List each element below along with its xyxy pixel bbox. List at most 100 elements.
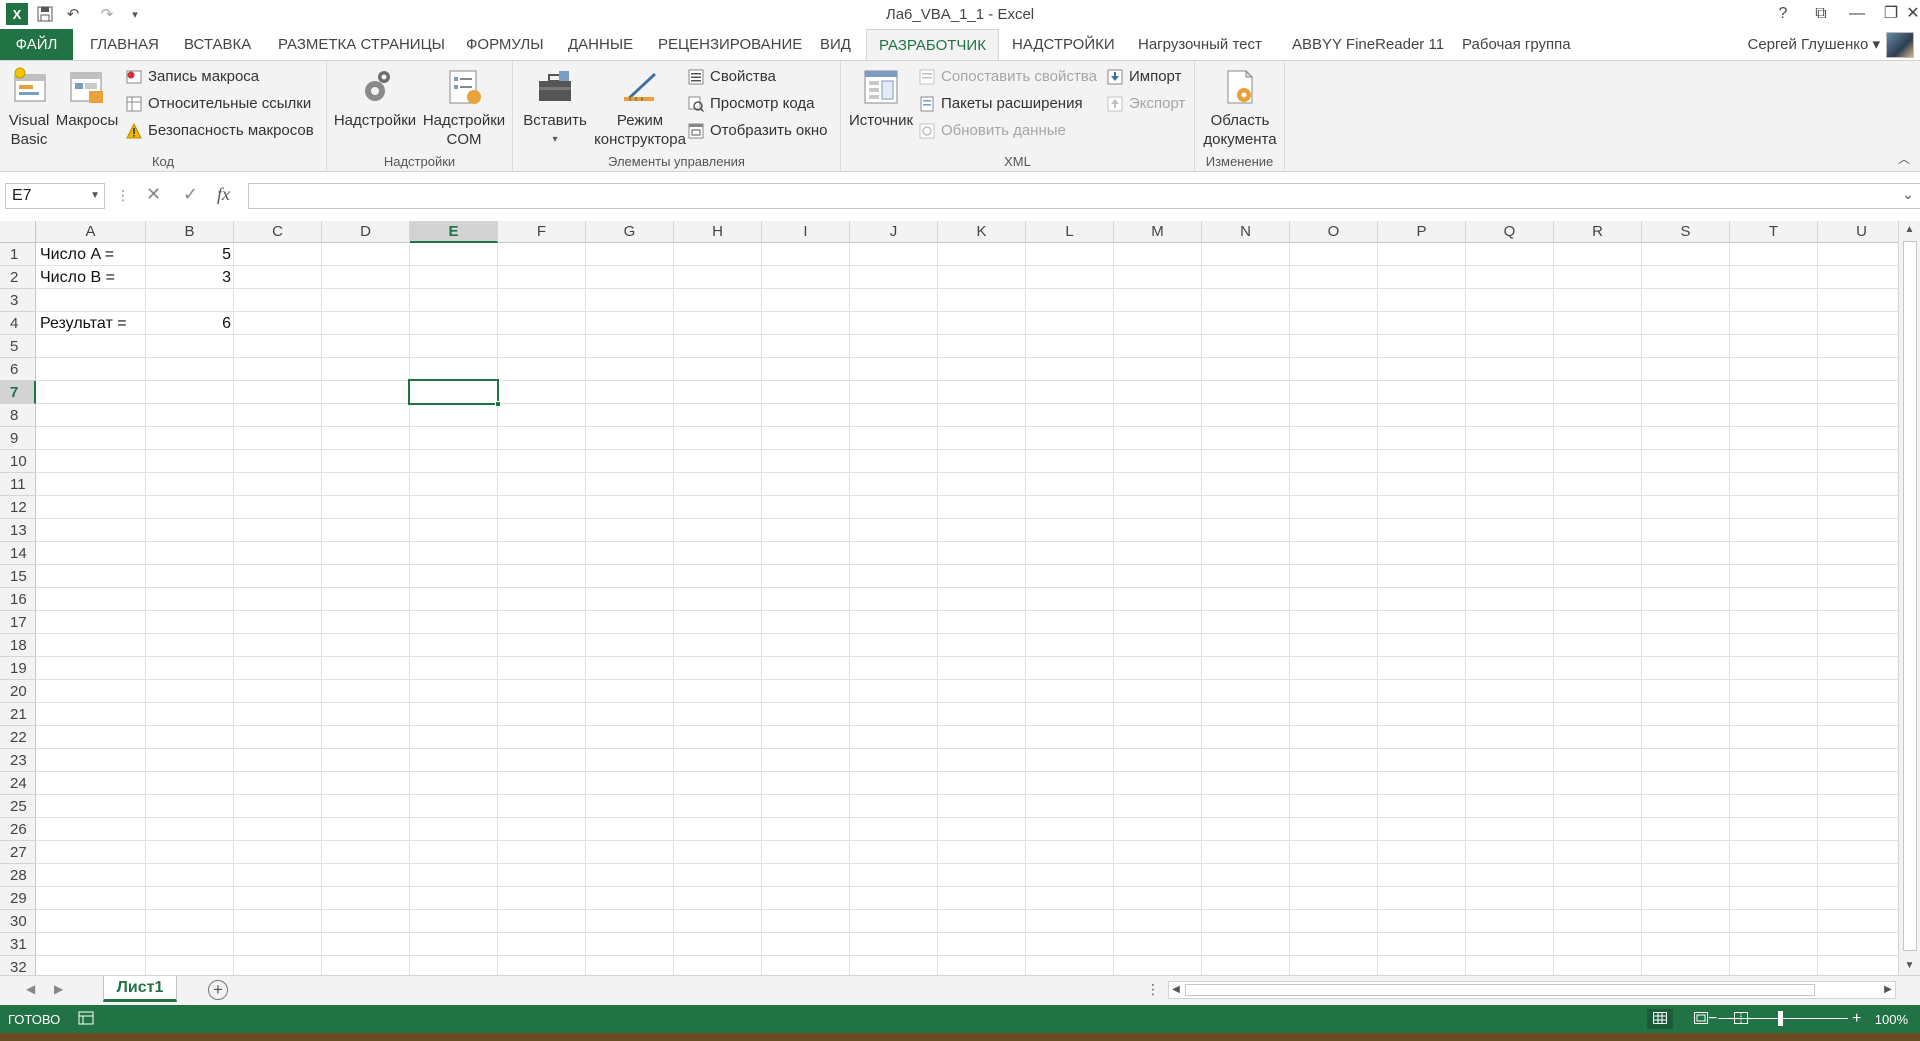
column-header-n[interactable]: N xyxy=(1202,221,1290,243)
column-header-b[interactable]: B xyxy=(146,221,234,243)
zoom-slider[interactable] xyxy=(1718,1011,1848,1026)
row-header-3[interactable]: 3 xyxy=(0,289,36,312)
column-header-t[interactable]: T xyxy=(1730,221,1818,243)
macros-button[interactable]: Макросы xyxy=(54,65,120,130)
enter-icon[interactable]: ✓ xyxy=(183,184,198,205)
relative-references-button[interactable]: Относительные ссылки xyxy=(124,92,311,116)
column-header-j[interactable]: J xyxy=(850,221,938,243)
row-header-32[interactable]: 32 xyxy=(0,956,36,975)
column-header-i[interactable]: I xyxy=(762,221,850,243)
close-button[interactable]: ✕ xyxy=(1896,2,1920,26)
row-header-18[interactable]: 18 xyxy=(0,634,36,657)
row-header-30[interactable]: 30 xyxy=(0,910,36,933)
refresh-data-button[interactable]: Обновить данные xyxy=(917,119,1066,143)
formula-input[interactable]: ⌄ xyxy=(248,183,1920,209)
cell-b4[interactable]: 6 xyxy=(146,312,234,335)
tab-home[interactable]: ГЛАВНАЯ xyxy=(78,29,171,60)
name-box[interactable]: E7 ▼ xyxy=(5,183,105,209)
tab-abbyy[interactable]: ABBYY FineReader 11 xyxy=(1280,29,1456,60)
row-header-6[interactable]: 6 xyxy=(0,358,36,381)
row-header-10[interactable]: 10 xyxy=(0,450,36,473)
row-header-26[interactable]: 26 xyxy=(0,818,36,841)
row-header-4[interactable]: 4 xyxy=(0,312,36,335)
cell-b2[interactable]: 3 xyxy=(146,266,234,289)
addins-button[interactable]: Надстройки xyxy=(333,65,417,130)
tab-workgroup[interactable]: Рабочая группа xyxy=(1450,29,1583,60)
tab-file[interactable]: ФАЙЛ xyxy=(0,29,73,60)
column-header-h[interactable]: H xyxy=(674,221,762,243)
normal-view-icon[interactable] xyxy=(1647,1009,1673,1029)
row-header-20[interactable]: 20 xyxy=(0,680,36,703)
tab-addins[interactable]: НАДСТРОЙКИ xyxy=(1000,29,1127,60)
row-header-1[interactable]: 1 xyxy=(0,243,36,266)
row-header-27[interactable]: 27 xyxy=(0,841,36,864)
select-all-button[interactable] xyxy=(0,221,36,243)
tab-insert[interactable]: ВСТАВКА xyxy=(172,29,263,60)
column-header-e[interactable]: E xyxy=(410,221,498,243)
scroll-up-icon[interactable]: ▲ xyxy=(1899,221,1920,239)
macro-recording-icon[interactable] xyxy=(78,1011,94,1028)
row-header-29[interactable]: 29 xyxy=(0,887,36,910)
macro-security-button[interactable]: Безопасность макросов xyxy=(124,119,314,143)
row-header-9[interactable]: 9 xyxy=(0,427,36,450)
column-header-c[interactable]: C xyxy=(234,221,322,243)
row-header-2[interactable]: 2 xyxy=(0,266,36,289)
document-panel-button[interactable]: Область документа xyxy=(1197,65,1283,149)
row-header-31[interactable]: 31 xyxy=(0,933,36,956)
column-header-u[interactable]: U xyxy=(1818,221,1906,243)
vertical-scroll-thumb[interactable] xyxy=(1903,241,1917,951)
row-header-7[interactable]: 7 xyxy=(0,381,36,404)
row-header-16[interactable]: 16 xyxy=(0,588,36,611)
row-header-5[interactable]: 5 xyxy=(0,335,36,358)
zoom-in-icon[interactable]: + xyxy=(1852,1010,1861,1028)
next-sheet-icon[interactable]: ▶ xyxy=(54,982,63,996)
visual-basic-button[interactable]: Visual Basic xyxy=(4,65,54,149)
record-macro-button[interactable]: Запись макроса xyxy=(124,65,259,89)
row-header-21[interactable]: 21 xyxy=(0,703,36,726)
properties-button[interactable]: Свойства xyxy=(686,65,776,89)
cell-b1[interactable]: 5 xyxy=(146,243,234,266)
tab-data[interactable]: ДАННЫЕ xyxy=(556,29,645,60)
row-header-22[interactable]: 22 xyxy=(0,726,36,749)
xml-source-button[interactable]: Источник xyxy=(845,65,917,130)
sheet-tab-list1[interactable]: Лист1 xyxy=(103,976,177,1002)
scroll-right-icon[interactable]: ▶ xyxy=(1881,982,1895,998)
row-header-25[interactable]: 25 xyxy=(0,795,36,818)
cells-area[interactable]: Число A = 5 Число B = 3 Результат = 6 xyxy=(36,243,1906,975)
tab-review[interactable]: РЕЦЕНЗИРОВАНИЕ xyxy=(646,29,814,60)
column-header-l[interactable]: L xyxy=(1026,221,1114,243)
tab-page-layout[interactable]: РАЗМЕТКА СТРАНИЦЫ xyxy=(266,29,457,60)
expand-formula-bar-icon[interactable]: ⌄ xyxy=(1902,186,1914,203)
map-properties-button[interactable]: Сопоставить свойства xyxy=(917,65,1097,89)
row-header-24[interactable]: 24 xyxy=(0,772,36,795)
avatar[interactable] xyxy=(1886,32,1914,58)
active-cell-border[interactable] xyxy=(408,379,501,407)
zoom-slider-knob[interactable] xyxy=(1778,1011,1783,1026)
column-header-k[interactable]: K xyxy=(938,221,1026,243)
view-code-button[interactable]: Просмотр кода xyxy=(686,92,815,116)
tab-view[interactable]: ВИД xyxy=(808,29,863,60)
xml-export-button[interactable]: Экспорт xyxy=(1105,92,1185,116)
zoom-level[interactable]: 100% xyxy=(1875,1012,1908,1027)
xml-import-button[interactable]: Импорт xyxy=(1105,65,1181,89)
row-header-11[interactable]: 11 xyxy=(0,473,36,496)
more-options-icon[interactable]: ⋮ xyxy=(116,187,130,204)
ribbon-display-options-button[interactable]: ⧉ xyxy=(1804,2,1838,26)
row-header-19[interactable]: 19 xyxy=(0,657,36,680)
minimize-button[interactable]: — xyxy=(1840,2,1874,26)
insert-function-icon[interactable]: fx xyxy=(217,184,230,205)
run-dialog-button[interactable]: Отобразить окно xyxy=(686,119,827,143)
row-header-12[interactable]: 12 xyxy=(0,496,36,519)
scroll-down-icon[interactable]: ▼ xyxy=(1899,957,1920,975)
horizontal-scrollbar[interactable]: ◀ ▶ xyxy=(1168,981,1896,999)
tab-formulas[interactable]: ФОРМУЛЫ xyxy=(454,29,556,60)
tab-load-test[interactable]: Нагрузочный тест xyxy=(1126,29,1274,60)
column-header-m[interactable]: M xyxy=(1114,221,1202,243)
expansion-packs-button[interactable]: Пакеты расширения xyxy=(917,92,1083,116)
column-header-a[interactable]: A xyxy=(36,221,146,243)
row-header-8[interactable]: 8 xyxy=(0,404,36,427)
help-button[interactable]: ? xyxy=(1766,2,1800,26)
collapse-ribbon-icon[interactable]: ︿ xyxy=(1898,150,1910,167)
column-header-g[interactable]: G xyxy=(586,221,674,243)
column-header-f[interactable]: F xyxy=(498,221,586,243)
